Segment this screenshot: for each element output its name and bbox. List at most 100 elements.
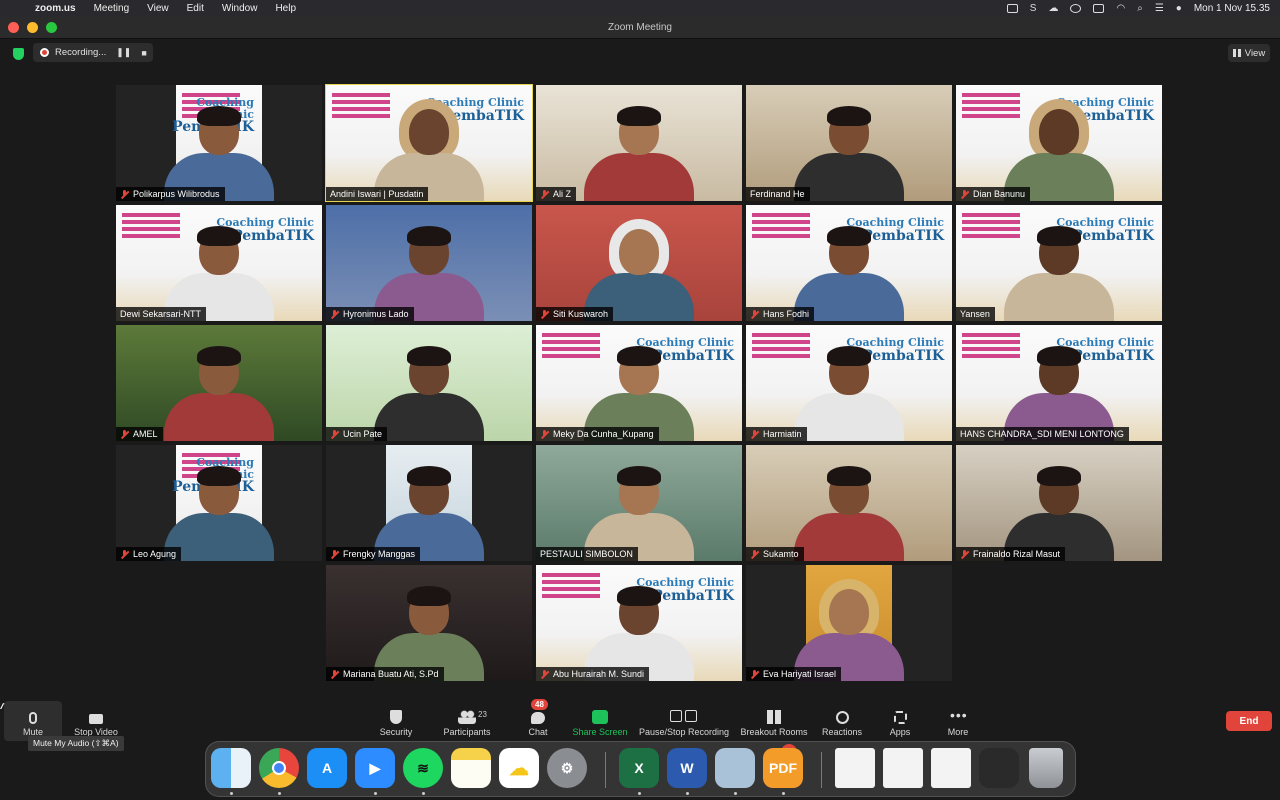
- participants-button[interactable]: Participants: [440, 701, 494, 741]
- encryption-shield-icon[interactable]: [13, 48, 24, 60]
- dock-chrome-icon[interactable]: [259, 748, 299, 788]
- participant-name: Mariana Buatu Ati, S.Pd: [343, 669, 439, 679]
- participant-name: Sukamto: [763, 549, 799, 559]
- participant-tile[interactable]: Coaching Clinic PembaTIK Yansen: [956, 205, 1162, 321]
- participant-tile[interactable]: Coaching Clinic PembaTIK Andini Iswari | P…: [325, 84, 533, 202]
- grid-view-icon: [1232, 49, 1241, 57]
- view-button[interactable]: View: [1228, 44, 1270, 62]
- zoom-status-icon[interactable]: [1006, 4, 1018, 13]
- participant-video: Coaching ClinicPembaTIK: [536, 565, 742, 681]
- participant-name: Harmiatin: [763, 429, 802, 439]
- menu-view[interactable]: View: [138, 3, 178, 14]
- menu-app-name[interactable]: zoom.us: [26, 3, 85, 14]
- participant-tile[interactable]: Ferdinand He: [746, 85, 952, 201]
- muted-mic-icon: [120, 429, 129, 439]
- dock-recent-document-3[interactable]: [931, 748, 971, 788]
- play-icon[interactable]: [1070, 4, 1082, 13]
- breakout-rooms-button[interactable]: Breakout Rooms: [740, 701, 808, 741]
- participant-video: Coaching ClinicPembaTIK: [326, 85, 532, 201]
- participant-name-tag: Meky Da Cunha_Kupang: [536, 427, 659, 441]
- participant-tile[interactable]: Hyronimus Lado: [326, 205, 532, 321]
- siri-icon[interactable]: ●: [1176, 3, 1182, 14]
- control-center-icon[interactable]: ☰: [1155, 3, 1164, 14]
- more-label: More: [947, 727, 969, 737]
- participant-tile[interactable]: Frainaldo Rizal Masut: [956, 445, 1162, 561]
- dock-zoom-icon[interactable]: ▶: [355, 748, 395, 788]
- participant-tile[interactable]: Eva Hariyati Israel: [746, 565, 952, 681]
- mute-button[interactable]: Mute: [4, 701, 62, 741]
- dock-finder-icon[interactable]: [211, 748, 251, 788]
- spotlight-search-icon[interactable]: ⌕: [1137, 3, 1143, 14]
- recording-indicator: Recording... ❚❚ ■: [33, 43, 153, 62]
- stop-recording-icon[interactable]: ■: [141, 48, 146, 58]
- participant-tile[interactable]: Coaching Clinic PembaTIK Hans Fodhi: [746, 205, 952, 321]
- participant-tile[interactable]: Coaching ClinicPembaTIKLeo Agung: [116, 445, 322, 561]
- participant-tile[interactable]: Coaching Clinic PembaTIK Meky Da Cunha_Kup…: [536, 325, 742, 441]
- dock-spotify-icon[interactable]: ≋: [403, 748, 443, 788]
- dock-recent-document-1[interactable]: [835, 748, 875, 788]
- participant-tile[interactable]: Coaching Clinic PembaTIK Harmiatin: [746, 325, 952, 441]
- dock-system-preferences-icon[interactable]: ⚙: [547, 748, 587, 788]
- muted-mic-icon: [330, 309, 339, 319]
- menu-window[interactable]: Window: [213, 3, 267, 14]
- participant-tile[interactable]: Coaching Clinic PembaTIK Dian Banunu: [956, 85, 1162, 201]
- participant-tile[interactable]: Ali Z: [536, 85, 742, 201]
- participant-tile[interactable]: Siti Kuswaroh: [536, 205, 742, 321]
- battery-icon[interactable]: [1093, 4, 1105, 13]
- muted-mic-icon: [540, 189, 549, 199]
- dock-word-icon[interactable]: W: [667, 748, 707, 788]
- participant-figure: [794, 346, 904, 441]
- participant-video: Coaching ClinicPembaTIK: [164, 85, 274, 201]
- muted-mic-icon: [750, 309, 759, 319]
- participant-tile[interactable]: Ucin Pate: [326, 325, 532, 441]
- share-screen-button[interactable]: Share Screen: [570, 701, 630, 741]
- participant-tile[interactable]: Coaching ClinicPembaTIKPolikarpus Wilibr…: [116, 85, 322, 201]
- participant-tile[interactable]: Frengky Manggas: [326, 445, 532, 561]
- dock-recent-document-2[interactable]: [883, 748, 923, 788]
- participant-figure: [1004, 226, 1114, 321]
- menu-meeting[interactable]: Meeting: [85, 3, 139, 14]
- participant-video: [536, 85, 742, 201]
- stop-video-button[interactable]: Stop Video: [68, 701, 124, 741]
- pause-recording-icon[interactable]: ❚❚: [116, 47, 131, 58]
- menu-clock[interactable]: Mon 1 Nov 15.35: [1194, 3, 1270, 14]
- participant-video: [326, 205, 532, 321]
- reactions-button[interactable]: Reactions: [820, 701, 864, 741]
- meeting-toolbar: Mute ^ Stop Video ^ Security Participant…: [0, 699, 1280, 741]
- participant-tile[interactable]: Coaching Clinic PembaTIK Dewi Sekarsari-NT…: [116, 205, 322, 321]
- dock-recent-apps-stack[interactable]: [979, 748, 1019, 788]
- participant-tile[interactable]: Coaching Clinic PembaTIK Abu Hurairah M. S…: [536, 565, 742, 681]
- participant-tile[interactable]: Mariana Buatu Ati, S.Pd: [326, 565, 532, 681]
- dock-cloud-icon[interactable]: ☁: [499, 748, 539, 788]
- cloud-icon[interactable]: ☁: [1048, 3, 1058, 14]
- participant-tile[interactable]: Sukamto: [746, 445, 952, 561]
- participant-video: Coaching ClinicPembaTIK: [164, 445, 274, 561]
- script-icon[interactable]: S: [1030, 3, 1037, 14]
- dock-preview-icon[interactable]: [715, 748, 755, 788]
- dock-trash-icon[interactable]: [1029, 748, 1063, 788]
- apps-button[interactable]: Apps: [886, 701, 914, 741]
- apps-label: Apps: [889, 727, 911, 737]
- more-button[interactable]: ••• More: [944, 701, 972, 741]
- participant-name: Leo Agung: [133, 549, 177, 559]
- muted-mic-icon: [330, 429, 339, 439]
- muted-mic-icon: [540, 669, 549, 679]
- menu-help[interactable]: Help: [266, 3, 305, 14]
- pause-stop-recording-button[interactable]: Pause/Stop Recording: [638, 701, 730, 741]
- participant-video: [374, 445, 484, 561]
- wifi-icon[interactable]: ◠: [1116, 3, 1125, 14]
- participant-tile[interactable]: Coaching Clinic PembaTIK HANS CHANDRA_SDI …: [956, 325, 1162, 441]
- participant-name-tag: Sukamto: [746, 547, 804, 561]
- dock-pdf-expert-icon[interactable]: PDF: [763, 748, 803, 788]
- participant-video: [956, 445, 1162, 561]
- dock-app-store-icon[interactable]: A: [307, 748, 347, 788]
- participant-tile[interactable]: AMEL: [116, 325, 322, 441]
- participant-tile[interactable]: PESTAULI SIMBOLON: [536, 445, 742, 561]
- security-button[interactable]: Security: [374, 701, 418, 741]
- participant-video: Coaching ClinicPembaTIK: [746, 325, 952, 441]
- microphone-icon: [29, 712, 37, 724]
- dock-notes-icon[interactable]: [451, 748, 491, 788]
- end-meeting-button[interactable]: End: [1226, 711, 1272, 731]
- dock-excel-icon[interactable]: X: [619, 748, 659, 788]
- menu-edit[interactable]: Edit: [178, 3, 213, 14]
